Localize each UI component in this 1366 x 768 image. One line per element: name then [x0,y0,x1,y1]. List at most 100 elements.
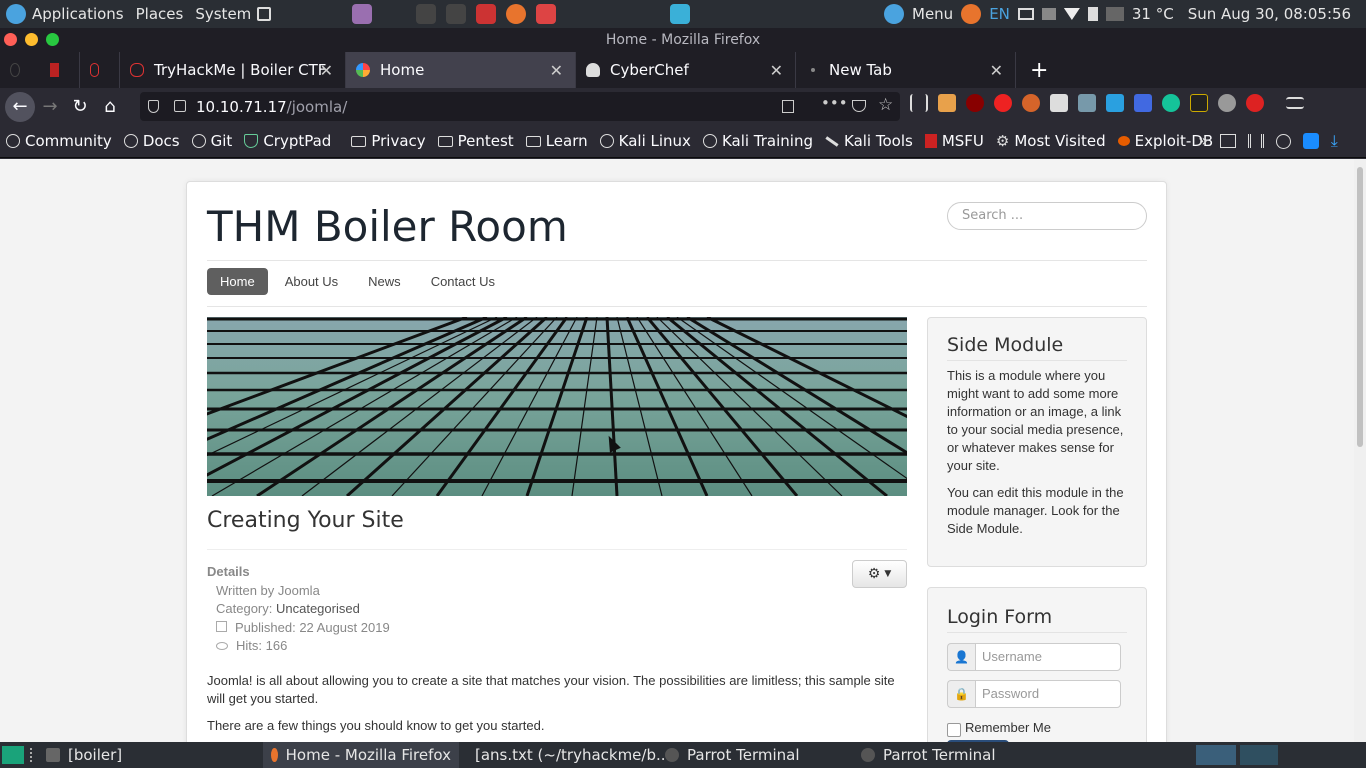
clock[interactable]: Sun Aug 30, 08:05:56 [1188,5,1351,23]
back-button[interactable]: ← [5,91,35,122]
search-input[interactable]: Search ... [947,202,1147,230]
password-group: 🔒 Password [947,680,1127,708]
text-editor-launcher-icon[interactable] [352,4,372,24]
sidebar-icon[interactable] [1219,134,1236,148]
bookmark-docs[interactable]: Docs [118,132,186,150]
foxyproxy-icon[interactable] [1022,94,1040,112]
menu-button[interactable]: Menu [912,5,953,23]
tab-tryhackme[interactable]: TryHackMe | Boiler CTF ✕ [120,52,346,88]
extension-s-icon[interactable] [1246,94,1264,112]
downloads-icon[interactable]: ⤓ [1331,133,1338,149]
cookie-icon[interactable] [1275,133,1291,149]
battery-icon[interactable] [1087,7,1098,21]
close-tab-icon[interactable]: ✕ [320,61,333,80]
bookmark-kali-training[interactable]: Kali Training [697,132,819,150]
workspace-1-firefox-icon[interactable] [1196,745,1236,765]
ublock-icon[interactable] [966,94,984,112]
extension-badge-icon[interactable] [938,94,956,112]
remember-me-checkbox[interactable] [947,723,961,737]
taskbar-item-firefox[interactable]: Home - Mozilla Firefox [263,742,459,768]
article-tools-button[interactable]: ⚙ ▼ [852,560,907,588]
tab-cyberchef[interactable]: CyberChef ✕ [576,52,796,88]
taskbar-item-boiler[interactable]: [boiler] [38,742,263,768]
display-icon[interactable] [1017,8,1034,20]
bookmark-folder-learn[interactable]: Learn [520,132,594,150]
extension-s-blue-icon[interactable] [1302,133,1319,149]
forward-button[interactable]: → [35,92,65,122]
reader-view-icon[interactable] [782,100,794,113]
redteam-launcher-icon[interactable] [476,4,496,24]
bookmark-star-icon[interactable]: ☆ [878,95,893,115]
firefox-launcher-icon[interactable] [506,4,526,24]
pinned-tab-1[interactable] [0,52,40,88]
bookmark-kali-tools[interactable]: Kali Tools [819,132,919,150]
terminal-launcher-icon[interactable] [416,4,436,24]
close-tab-icon[interactable]: ✕ [550,61,563,80]
extension-red-icon[interactable] [994,94,1012,112]
wifi-icon[interactable] [1063,8,1080,20]
scrollbar-thumb[interactable] [1357,167,1363,447]
bookmark-most-visited[interactable]: ⚙ Most Visited [990,132,1112,150]
insecure-lock-icon[interactable] [174,100,186,112]
workspace-2-terminal-icon[interactable] [1240,745,1278,765]
extension-person-icon[interactable] [1078,94,1096,112]
translate-icon[interactable] [1134,94,1152,112]
password-input[interactable]: Password [975,680,1121,708]
bookmark-git[interactable]: Git [186,132,239,150]
volume-icon[interactable] [1041,8,1056,20]
page-actions-icon[interactable]: ••• [821,94,848,112]
library-books-icon[interactable] [1247,134,1264,148]
nav-about-us[interactable]: About Us [272,268,351,295]
extension-grid-icon[interactable] [1050,94,1068,112]
home-button[interactable]: ⌂ [95,92,125,122]
tab-newtab[interactable]: New Tab ✕ [796,52,1016,88]
extension-ghost-icon[interactable] [1218,94,1236,112]
category-link[interactable]: Uncategorised [276,601,360,616]
close-tab-icon[interactable]: ✕ [770,61,783,80]
bookmark-folder-privacy[interactable]: Privacy [345,132,431,150]
pinned-tab-2[interactable] [40,52,80,88]
library-icon[interactable] [910,94,928,112]
app-launcher-icon[interactable] [536,4,556,24]
nav-home[interactable]: Home [207,268,268,295]
root-terminal-launcher-icon[interactable] [446,4,466,24]
new-tab-button[interactable]: + [1016,52,1062,88]
taskbar-item-editor[interactable]: [ans.txt (~/tryhackme/b... [459,742,670,768]
taskbar-item-terminal-1[interactable]: Parrot Terminal [657,742,853,768]
extension-cube-icon[interactable] [1106,94,1124,112]
show-desktop-icon[interactable] [2,746,24,764]
minimize-window-button[interactable] [25,33,38,46]
bookmark-community[interactable]: Community [0,132,118,150]
more-bookmarks-icon[interactable]: » [1198,133,1208,149]
reload-button[interactable]: ↻ [65,92,95,122]
bookmark-folder-pentest[interactable]: Pentest [432,132,520,150]
nav-news[interactable]: News [355,268,414,295]
tracking-shield-icon[interactable] [148,100,159,113]
maximize-window-button[interactable] [46,33,59,46]
close-window-button[interactable] [4,33,17,46]
pocket-icon[interactable] [852,100,866,112]
article-title[interactable]: Creating Your Site [207,508,404,533]
ssh-icon[interactable] [1190,94,1208,112]
notes-launcher-icon[interactable] [670,4,690,24]
site-title[interactable]: THM Boiler Room [207,202,568,251]
applications-menu[interactable]: Applications [0,4,130,24]
page-scrollbar[interactable] [1354,159,1366,742]
screenshot-icon[interactable] [257,7,272,21]
nav-contact-us[interactable]: Contact Us [418,268,508,295]
taskbar-item-terminal-2[interactable]: Parrot Terminal [853,742,1049,768]
username-input[interactable]: Username [975,643,1121,671]
bookmark-kali-linux[interactable]: Kali Linux [594,132,697,150]
pinned-tab-3[interactable] [80,52,120,88]
close-tab-icon[interactable]: ✕ [990,61,1003,80]
bookmark-msfu[interactable]: MSFU [919,132,990,150]
hamburger-menu-icon[interactable] [1286,97,1304,109]
places-menu[interactable]: Places [130,5,190,23]
url-bar[interactable]: 10.10.71.17/joomla/ ••• ☆ [140,92,900,121]
grammarly-icon[interactable] [1162,94,1180,112]
keyboard-layout[interactable]: EN [989,5,1010,23]
tab-home[interactable]: Home ✕ [346,52,576,88]
system-menu[interactable]: System [189,5,277,23]
bookmark-cryptpad[interactable]: CryptPad [238,132,337,150]
firefox-tray-icon[interactable] [961,4,982,24]
